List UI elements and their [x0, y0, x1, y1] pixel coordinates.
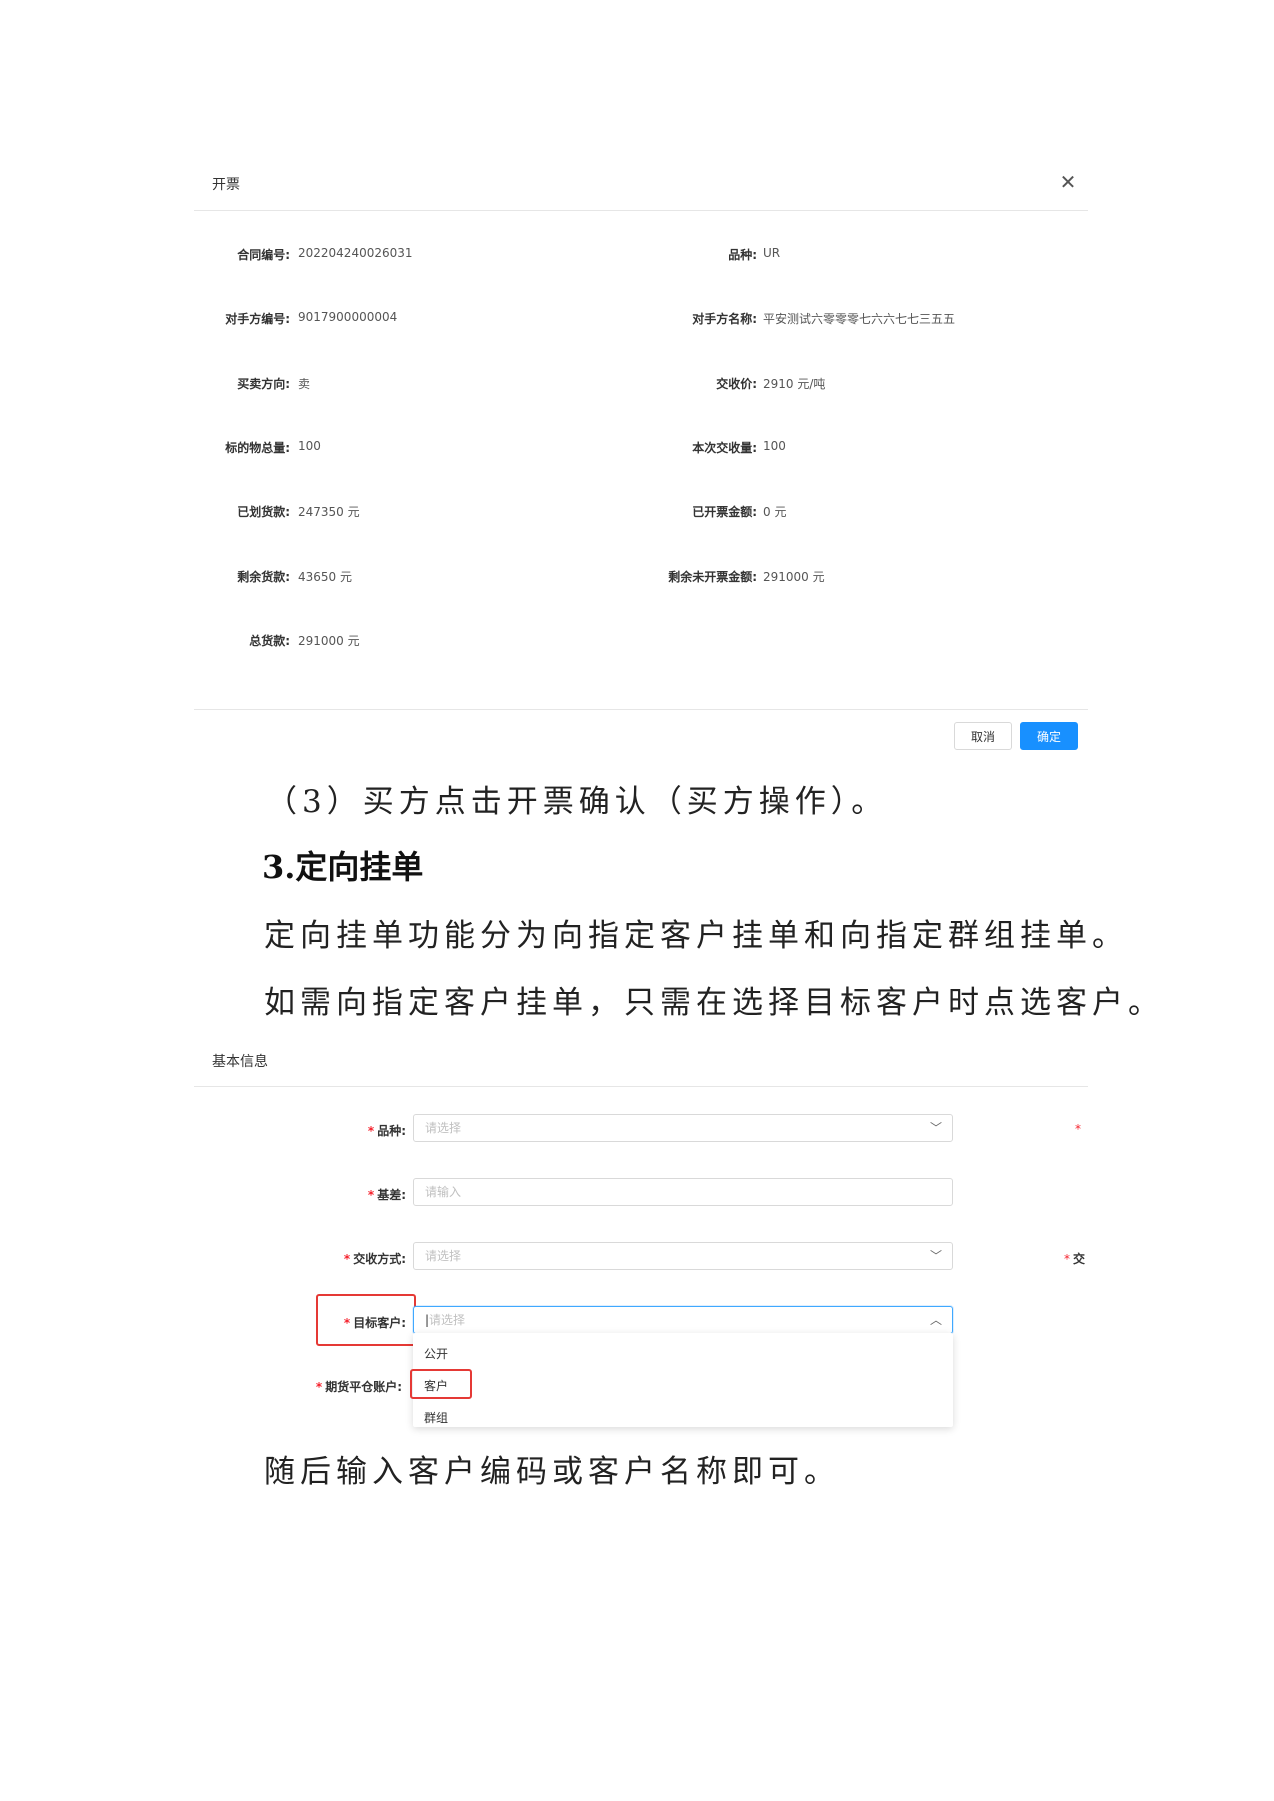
required-mark-right: * [1075, 1122, 1081, 1136]
chevron-down-icon: ﹀ [929, 1121, 942, 1135]
dialog-footer-divider [194, 709, 1088, 710]
target-customer-dropdown: 公开 客户 群组 [413, 1333, 953, 1427]
field-value-current-quantity: 100 [763, 439, 786, 453]
chevron-down-icon: ﹀ [929, 1249, 942, 1263]
field-label-counterparty-name: 对手方名称: [692, 312, 757, 326]
form-label-futures-account: * 期货平仓账户: [315, 1380, 402, 1394]
field-value-counterparty-name: 平安测试六零零零七六六七七三五五 [763, 312, 956, 326]
field-label-total-quantity: 标的物总量: [225, 441, 290, 455]
cancel-button[interactable]: 取消 [954, 722, 1012, 750]
required-mark: * [343, 1252, 351, 1266]
section-title-basic-info: 基本信息 [212, 1054, 268, 1070]
field-value-total-amount: 291000 元 [298, 634, 360, 648]
field-label-uninvoiced-amount: 剩余未开票金额: [668, 570, 757, 584]
close-icon[interactable]: ✕ [1056, 170, 1080, 194]
field-label-current-quantity: 本次交收量: [692, 441, 757, 455]
required-mark: * [315, 1380, 323, 1394]
confirm-button[interactable]: 确定 [1020, 722, 1078, 750]
field-value-uninvoiced-amount: 291000 元 [763, 570, 825, 584]
form-label-target-customer: * 目标客户: [343, 1316, 406, 1330]
field-value-remaining-amount: 43650 元 [298, 570, 352, 584]
dropdown-option-group[interactable]: 群组 [424, 1409, 448, 1426]
field-value-total-quantity: 100 [298, 439, 321, 453]
step-3-text: （3）买方点击开票确认（买方操作）。 [266, 784, 888, 820]
field-value-delivery-price: 2910 元/吨 [763, 377, 826, 391]
section-heading: 3.定向挂单 [262, 848, 424, 886]
field-label-counterparty-no: 对手方编号: [225, 312, 290, 326]
form-label-delivery-method: * 交收方式: [343, 1252, 406, 1266]
paragraph-3: 随后输入客户编码或客户名称即可。 [264, 1454, 840, 1490]
form-label-basis: * 基差: [367, 1188, 406, 1202]
form-header-divider [194, 1086, 1088, 1087]
field-value-counterparty-no: 9017900000004 [298, 310, 398, 324]
required-mark: * [367, 1188, 375, 1202]
field-label-remaining-amount: 剩余货款: [237, 570, 290, 584]
highlight-box-customer-option [410, 1369, 472, 1399]
paragraph-2: 如需向指定客户挂单，只需在选择目标客户时点选客户。 [264, 985, 1164, 1021]
field-label-direction: 买卖方向: [237, 377, 290, 391]
form-label-variety: * 品种: [367, 1124, 406, 1138]
target-customer-select[interactable]: |请选择 ︿ [413, 1306, 953, 1334]
delivery-method-select[interactable]: 请选择 ﹀ [413, 1242, 953, 1270]
field-value-paid-amount: 247350 元 [298, 505, 360, 519]
required-mark: * [367, 1124, 375, 1138]
dialog-title: 开票 [212, 177, 240, 193]
variety-select[interactable]: 请选择 ﹀ [413, 1114, 953, 1142]
required-mark: * [343, 1316, 351, 1330]
field-value-variety: UR [763, 246, 781, 260]
field-value-invoiced-amount: 0 元 [763, 505, 787, 519]
paragraph-1: 定向挂单功能分为向指定客户挂单和向指定群组挂单。 [264, 918, 1128, 954]
partial-label-right: * 交 [1064, 1252, 1086, 1266]
field-label-variety: 品种: [728, 248, 757, 262]
basis-input[interactable]: 请输入 [413, 1178, 953, 1206]
field-value-contract-no: 202204240026031 [298, 246, 413, 260]
field-label-contract-no: 合同编号: [237, 248, 290, 262]
field-label-paid-amount: 已划货款: [237, 505, 290, 519]
dialog-header-divider [194, 210, 1088, 211]
dropdown-option-public[interactable]: 公开 [424, 1345, 448, 1362]
field-label-invoiced-amount: 已开票金额: [692, 505, 757, 519]
field-label-total-amount: 总货款: [249, 634, 290, 648]
field-value-direction: 卖 [298, 377, 311, 391]
chevron-up-icon: ︿ [929, 1313, 942, 1327]
field-label-delivery-price: 交收价: [716, 377, 757, 391]
